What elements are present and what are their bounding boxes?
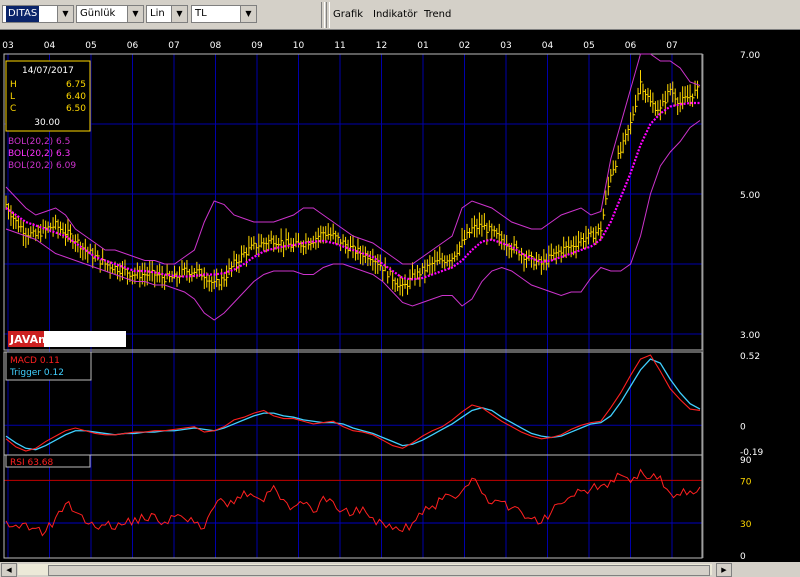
toolbar-separator (326, 2, 330, 28)
period-select[interactable]: Günlük ▼ (76, 5, 144, 23)
y-axis-tick-labels: 7.005.003.000.520-0.199070300 (740, 51, 764, 562)
scroll-track[interactable] (18, 564, 712, 576)
y-tick-label: 7.00 (740, 51, 760, 61)
bollinger-lower-label: BOL(20,2) 6.09 (8, 161, 76, 171)
bollinger-lower-line (5, 120, 701, 321)
chevron-down-icon[interactable]: ▼ (240, 6, 256, 22)
macd-lines (5, 354, 701, 452)
info-high: 6.75 (66, 80, 86, 90)
trigger-label: Trigger 0.12 (9, 368, 64, 378)
trigger-line (5, 358, 701, 451)
x-tick-label: 06 (127, 41, 139, 51)
price-bars (5, 70, 700, 297)
y-tick-label: 70 (740, 477, 752, 487)
x-tick-label: 08 (210, 41, 222, 51)
chevron-down-icon[interactable]: ▼ (57, 6, 73, 22)
scroll-right-icon[interactable]: ▶ (716, 563, 732, 577)
grid-lines (4, 53, 702, 558)
x-tick-label: 03 (500, 41, 511, 51)
menu-indikator[interactable]: Indikatör (373, 9, 417, 20)
menu-grafik[interactable]: Grafik (333, 9, 363, 20)
macd-panel-border (3, 351, 703, 456)
period-value: Günlük (80, 8, 116, 19)
rsi-panel-border (3, 454, 703, 559)
horizontal-scrollbar[interactable]: ◀ ▶ (0, 562, 800, 577)
info-low: 6.40 (66, 92, 86, 102)
scroll-left-icon[interactable]: ◀ (1, 563, 17, 577)
rsi-label: RSI 63.68 (10, 458, 54, 468)
x-tick-label: 11 (334, 41, 345, 51)
y-tick-label: 0 (740, 422, 746, 432)
info-volume: 30.00 (34, 118, 60, 128)
scale-select[interactable]: Lin ▼ (146, 5, 188, 23)
x-tick-label: 05 (85, 41, 96, 51)
rsi-lines (5, 468, 701, 537)
info-l-label: L (10, 92, 15, 102)
chevron-down-icon[interactable]: ▼ (171, 6, 187, 22)
x-tick-label: 12 (376, 41, 387, 51)
info-box: 14/07/2017 H 6.75 L 6.40 C 6.50 30.00 (5, 60, 91, 132)
y-tick-label: 0.52 (740, 352, 760, 362)
info-h-label: H (10, 80, 17, 90)
toolbar: DITAS ▼ Günlük ▼ Lin ▼ TL ▼ Grafik Indik… (0, 0, 800, 30)
symbol-value: DITAS (6, 6, 40, 22)
y-tick-label: 90 (740, 456, 752, 466)
x-tick-label: 07 (666, 41, 677, 51)
currency-value: TL (195, 8, 207, 19)
scale-value: Lin (150, 8, 165, 19)
x-axis-tick-labels: 03 04 05 06 07 08 09 10 11 12 01 02 03 04 05 06 07 (2, 41, 677, 51)
info-close: 6.50 (66, 104, 86, 114)
info-c-label: C (10, 104, 16, 114)
bollinger-middle-label: BOL(20,2) 6.3 (8, 149, 70, 159)
javamatriks-logo: JAVAmatriks (8, 331, 126, 347)
x-tick-label: 07 (168, 41, 179, 51)
y-tick-label: 3.00 (740, 331, 760, 341)
x-tick-label: 06 (625, 41, 637, 51)
y-tick-label: 0 (740, 552, 746, 562)
x-tick-label: 02 (459, 41, 470, 51)
bollinger-upper-label: BOL(20,2) 6.5 (8, 137, 70, 147)
y-tick-label: 5.00 (740, 191, 760, 201)
x-tick-label: 04 (44, 41, 56, 51)
bollinger-lines (5, 53, 701, 321)
macd-label: MACD 0.11 (10, 356, 60, 366)
x-tick-label: 03 (2, 41, 13, 51)
logo-text: JAVAmatriks (9, 333, 86, 346)
info-date: 14/07/2017 (22, 66, 74, 76)
rsi-line (5, 468, 701, 537)
y-tick-label: 30 (740, 520, 752, 530)
macd-line (5, 354, 701, 452)
scroll-thumb[interactable] (48, 565, 710, 576)
menu-trend[interactable]: Trend (424, 9, 451, 20)
x-tick-label: 01 (417, 41, 428, 51)
currency-select[interactable]: TL ▼ (191, 5, 257, 23)
toolbar-separator (321, 2, 325, 28)
price-panel-border (3, 53, 703, 351)
chart-area[interactable]: 03 04 05 06 07 08 09 10 11 12 01 02 03 04 05 06 07 7.00 5… (0, 31, 800, 562)
x-tick-label: 05 (583, 41, 594, 51)
x-tick-label: 09 (251, 41, 263, 51)
chevron-down-icon[interactable]: ▼ (127, 6, 143, 22)
symbol-select[interactable]: DITAS ▼ (2, 5, 74, 23)
x-tick-label: 10 (293, 41, 305, 51)
x-tick-label: 04 (542, 41, 554, 51)
